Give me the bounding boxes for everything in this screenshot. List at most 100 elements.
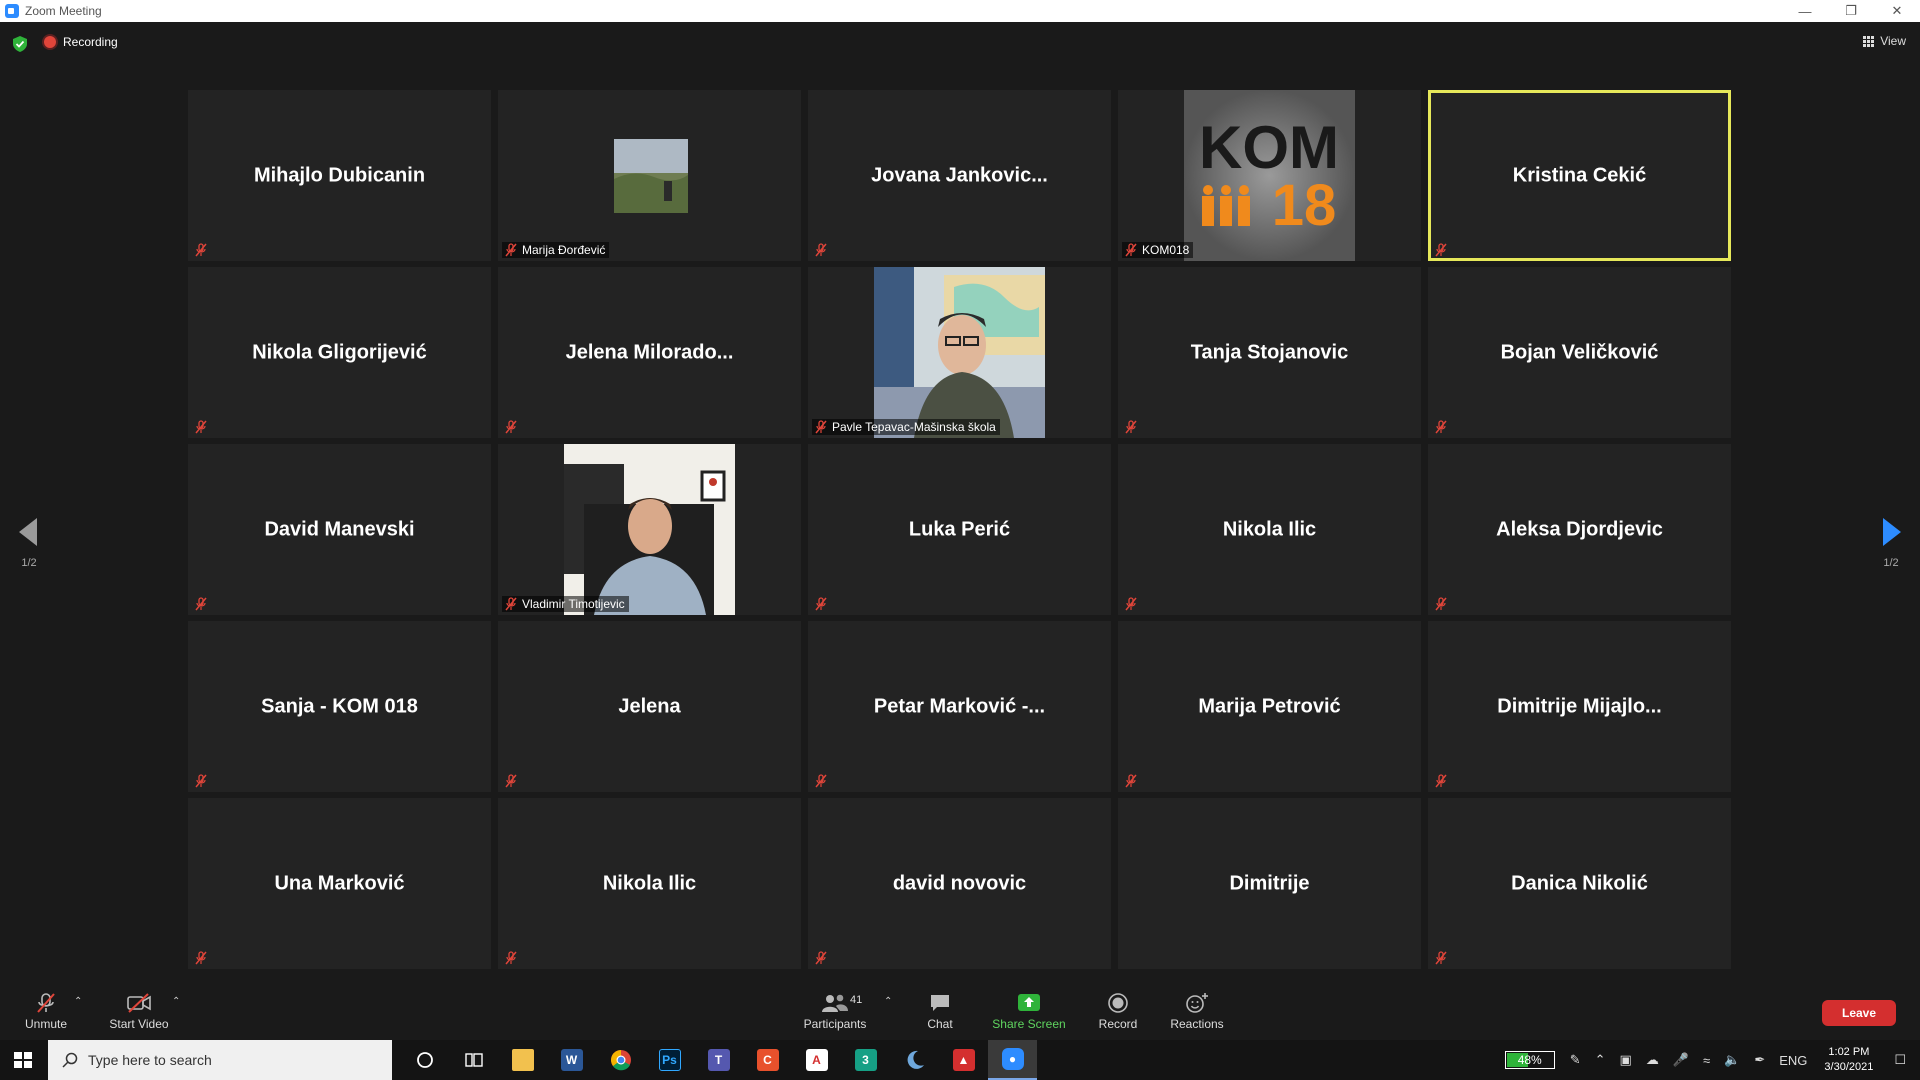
reactions-label: Reactions — [1170, 1017, 1224, 1031]
wifi-icon[interactable]: ≈ — [1703, 1053, 1710, 1068]
participant-tile[interactable]: Danica Nikolić — [1428, 798, 1731, 969]
window-title: Zoom Meeting — [25, 4, 102, 18]
recording-indicator[interactable]: Recording — [44, 35, 118, 49]
unmute-button[interactable]: Unmute — [22, 992, 70, 1031]
onedrive-icon[interactable]: ☁ — [1646, 1052, 1659, 1068]
participant-tile[interactable]: Nikola Ilic — [1118, 444, 1421, 615]
window-titlebar: Zoom Meeting — ❐ ✕ — [0, 0, 1920, 22]
microphone-icon[interactable]: 🎤 — [1673, 1052, 1689, 1068]
app-3-icon[interactable]: 3 — [841, 1040, 890, 1080]
zoom-taskbar-icon[interactable]: ● — [988, 1040, 1037, 1080]
cortana-icon[interactable] — [400, 1040, 449, 1080]
microphone-muted-icon — [195, 774, 207, 788]
participant-tile[interactable]: Luka Perić — [808, 444, 1111, 615]
participant-label — [502, 419, 522, 435]
participant-name: Bojan Veličković — [1500, 341, 1659, 363]
participants-button[interactable]: 41 Participants — [800, 992, 870, 1031]
microphone-muted-icon — [815, 243, 827, 257]
app-moon-icon[interactable] — [890, 1040, 939, 1080]
windows-start-icon[interactable] — [14, 1052, 32, 1068]
participants-options-caret[interactable]: ⌃ — [884, 996, 892, 1007]
word-icon[interactable]: W — [547, 1040, 596, 1080]
participant-label — [1432, 773, 1452, 789]
unmute-label: Unmute — [24, 1017, 68, 1031]
file-explorer-icon[interactable] — [498, 1040, 547, 1080]
participant-tile[interactable]: David Manevski — [188, 444, 491, 615]
participant-label — [192, 242, 212, 258]
participant-tile[interactable]: Bojan Veličković — [1428, 267, 1731, 438]
participant-label: Vladimir Timotijevic — [502, 596, 629, 612]
restore-button[interactable]: ❐ — [1828, 0, 1874, 22]
battery-percent: 48% — [1517, 1053, 1542, 1067]
share-screen-button[interactable]: Share Screen — [992, 992, 1066, 1031]
participant-tile[interactable]: Nikola Ilic — [498, 798, 801, 969]
battery-indicator[interactable]: 48% — [1504, 1051, 1555, 1069]
participant-tile[interactable]: Vladimir Timotijevic — [498, 444, 801, 615]
participant-tile[interactable]: Una Marković — [188, 798, 491, 969]
language-indicator[interactable]: ENG — [1779, 1053, 1807, 1068]
participant-tile[interactable]: KOM 18 KOM018 — [1118, 90, 1421, 261]
start-video-button[interactable]: Start Video — [106, 992, 172, 1031]
close-button[interactable]: ✕ — [1874, 0, 1920, 22]
participant-tile[interactable]: Marija Petrović — [1118, 621, 1421, 792]
task-view-icon[interactable] — [449, 1040, 498, 1080]
reactions-button[interactable]: Reactions — [1170, 992, 1224, 1031]
chrome-icon[interactable] — [596, 1040, 645, 1080]
participant-name: Petar Marković -... — [873, 695, 1046, 717]
page-indicator-right: 1/2 — [1883, 557, 1899, 569]
teams-icon[interactable]: T — [694, 1040, 743, 1080]
video-options-caret[interactable]: ⌃ — [172, 996, 180, 1007]
participant-tile[interactable]: Dimitrije — [1118, 798, 1421, 969]
leave-button[interactable]: Leave — [1822, 1000, 1896, 1026]
record-button[interactable]: Record — [1098, 992, 1138, 1031]
pen-icon[interactable]: ✎ — [1570, 1052, 1581, 1068]
taskbar-search-box[interactable]: Type here to search — [48, 1040, 392, 1080]
view-button[interactable]: View — [1863, 34, 1906, 48]
volume-icon[interactable]: 🔈 — [1724, 1052, 1740, 1068]
participant-tile[interactable]: Petar Marković -... — [808, 621, 1111, 792]
participant-tile[interactable]: Kristina Cekić — [1428, 90, 1731, 261]
meet-now-icon[interactable]: ▣ — [1620, 1052, 1632, 1068]
participant-tile[interactable]: Sanja - KOM 018 — [188, 621, 491, 792]
arrow-right-icon — [1883, 518, 1901, 546]
participant-label — [1122, 773, 1142, 789]
notifications-icon[interactable]: ☐ — [1894, 1052, 1906, 1068]
participant-tile[interactable]: Aleksa Djordjevic — [1428, 444, 1731, 615]
participant-tile[interactable]: Mihajlo Dubicanin — [188, 90, 491, 261]
ccleaner-icon[interactable]: C — [743, 1040, 792, 1080]
acrobat-icon[interactable]: A — [792, 1040, 841, 1080]
microphone-muted-icon — [1435, 420, 1447, 434]
participant-name: Danica Nikolić — [1511, 872, 1648, 894]
audio-options-caret[interactable]: ⌃ — [74, 996, 82, 1007]
participant-tile[interactable]: Pavle Tepavac-Mašinska škola — [808, 267, 1111, 438]
participant-label: KOM018 — [1122, 242, 1194, 258]
previous-page-button[interactable]: 1/2 — [14, 518, 44, 569]
microphone-muted-icon — [505, 774, 517, 788]
participant-tile[interactable]: david novovic — [808, 798, 1111, 969]
microphone-muted-icon — [195, 951, 207, 965]
participant-tile[interactable]: Dimitrije Mijajlo... — [1428, 621, 1731, 792]
pdf-reader-icon[interactable]: ▲ — [939, 1040, 988, 1080]
microphone-muted-icon — [815, 597, 827, 611]
next-page-button[interactable]: 1/2 — [1876, 518, 1906, 569]
microphone-muted-icon — [505, 243, 517, 257]
participant-tile[interactable]: Jovana Jankovic... — [808, 90, 1111, 261]
photoshop-icon[interactable]: Ps — [645, 1040, 694, 1080]
participant-name: David Manevski — [264, 518, 415, 540]
system-tray: 48% ✎ ⌃ ▣ ☁ 🎤 ≈ 🔈 ✒ ENG 1:02 PM 3/30/202… — [1504, 1040, 1920, 1080]
chat-button[interactable]: Chat — [922, 992, 958, 1031]
reactions-smiley-icon — [1186, 993, 1208, 1013]
participant-tile[interactable]: Jelena — [498, 621, 801, 792]
participant-tile[interactable]: Nikola Gligorijević — [188, 267, 491, 438]
show-hidden-icons-chevron-icon[interactable]: ⌃ — [1595, 1052, 1606, 1068]
microphone-muted-icon — [815, 420, 827, 434]
pen-workspace-icon[interactable]: ✒ — [1754, 1052, 1765, 1068]
clock[interactable]: 1:02 PM 3/30/2021 — [1824, 1045, 1873, 1075]
participant-tile[interactable]: Jelena Milorado... — [498, 267, 801, 438]
start-video-label: Start Video — [109, 1017, 169, 1031]
grid-view-icon — [1863, 35, 1875, 47]
participant-tile[interactable]: Marija Đorđević — [498, 90, 801, 261]
encryption-shield-icon[interactable] — [13, 36, 27, 52]
minimize-button[interactable]: — — [1782, 0, 1828, 22]
participant-tile[interactable]: Tanja Stojanovic — [1118, 267, 1421, 438]
